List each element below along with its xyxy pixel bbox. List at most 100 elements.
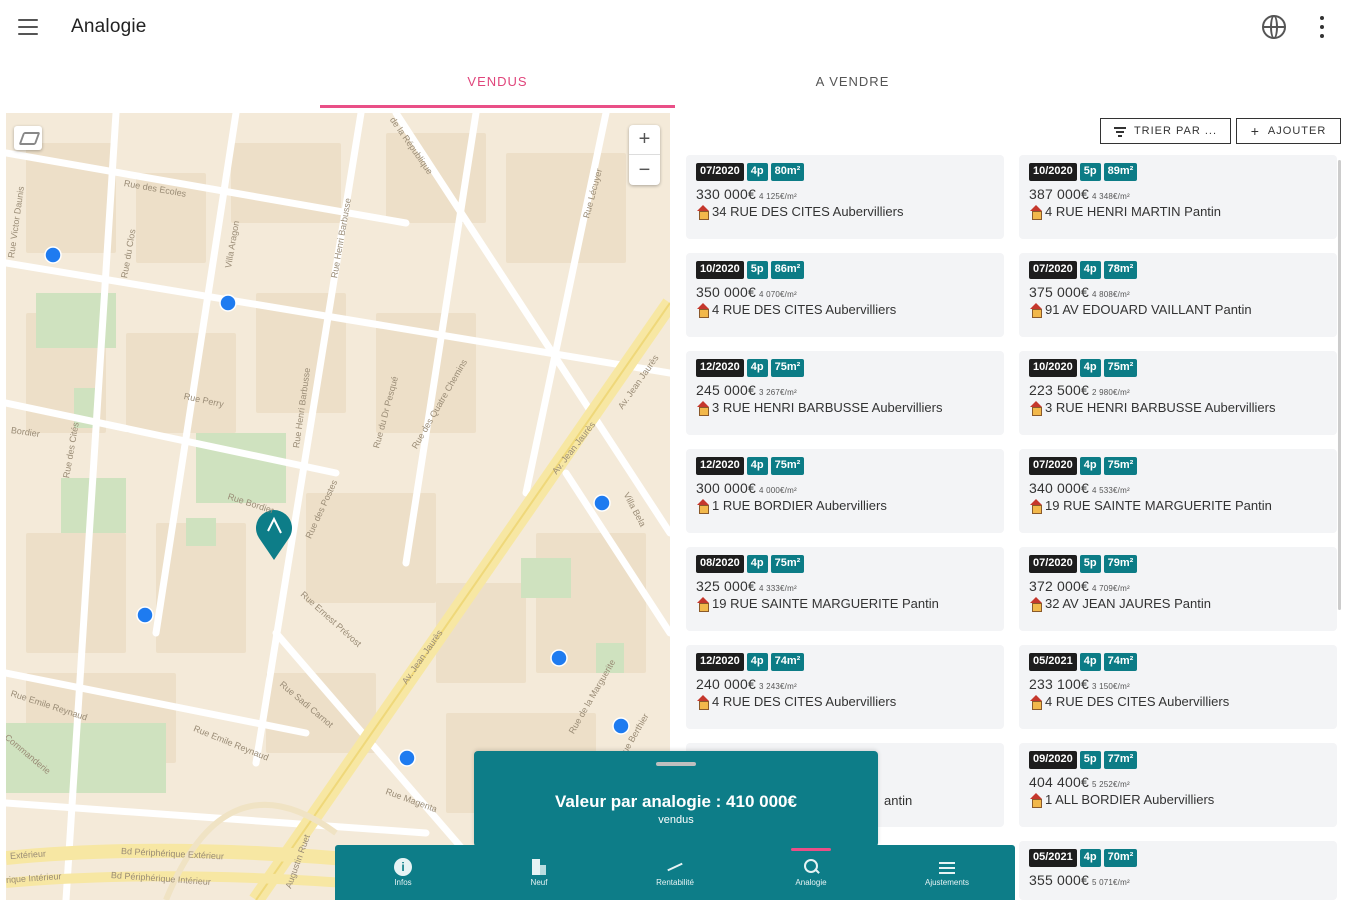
house-icon <box>1029 204 1043 220</box>
listing-card[interactable]: 10/2020 5p 89m² 387 000€ 4 348€/m² 4 RUE HE… <box>1019 155 1337 239</box>
house-icon <box>696 400 710 416</box>
price: 233 100€ <box>1029 676 1089 692</box>
building-icon <box>530 858 548 876</box>
sale-marker[interactable] <box>136 606 154 624</box>
listing-card[interactable]: 07/2020 4p 80m² 330 000€ 4 125€/m² 34 RUE D… <box>686 155 1004 239</box>
area-badge: 79m² <box>1103 555 1138 573</box>
listing-card[interactable]: 10/2020 4p 75m² 223 500€ 2 980€/m² 3 RUE HE… <box>1019 351 1337 435</box>
house-icon <box>1029 596 1043 612</box>
date-badge: 07/2020 <box>1029 457 1077 475</box>
address: 32 AV JEAN JAURES Pantin <box>1045 596 1211 611</box>
price: 330 000€ <box>696 186 756 202</box>
listing-card[interactable]: 07/2020 5p 79m² 372 000€ 4 709€/m² 32 AV JE… <box>1019 547 1337 631</box>
drag-handle[interactable] <box>656 762 696 766</box>
map-layers-icon[interactable] <box>14 126 42 150</box>
tab-a-vendre[interactable]: A VENDRE <box>675 60 1030 108</box>
area-badge: 70m² <box>1103 849 1138 867</box>
rooms-badge: 5p <box>1079 751 1101 769</box>
address: 3 RUE HENRI BARBUSSE Aubervilliers <box>712 400 943 415</box>
rooms-badge: 4p <box>1079 359 1101 377</box>
price-per-m2: 4 348€/m² <box>1092 192 1130 201</box>
price-per-m2: 4 333€/m² <box>759 584 797 593</box>
sort-button[interactable]: TRIER PAR ... <box>1100 118 1231 144</box>
top-app-bar: Analogie <box>0 0 1347 56</box>
price: 223 500€ <box>1029 382 1089 398</box>
rooms-badge: 4p <box>1079 457 1101 475</box>
rooms-badge: 5p <box>1079 555 1101 573</box>
sale-marker[interactable] <box>612 717 630 735</box>
listing-card[interactable]: 05/2021 4p 70m² 355 000€ 5 071€/m² <box>1019 841 1337 900</box>
zoom-in-button[interactable]: + <box>629 125 660 155</box>
area-badge: 78m² <box>1103 261 1138 279</box>
area-badge: 75m² <box>770 359 805 377</box>
sort-button-label: TRIER PAR ... <box>1133 125 1218 137</box>
price: 300 000€ <box>696 480 756 496</box>
price-per-m2: 4 000€/m² <box>759 486 797 495</box>
rooms-badge: 4p <box>1079 261 1101 279</box>
house-icon <box>1029 792 1043 808</box>
listing-card[interactable]: 10/2020 5p 86m² 350 000€ 4 070€/m² 4 RUE DE… <box>686 253 1004 337</box>
nav-item-neuf[interactable]: Neuf <box>471 845 607 900</box>
area-badge: 75m² <box>770 457 805 475</box>
area-badge: 75m² <box>770 555 805 573</box>
menu-icon[interactable] <box>16 16 40 38</box>
listing-card[interactable]: 08/2020 4p 75m² 325 000€ 4 333€/m² 19 RUE S… <box>686 547 1004 631</box>
price-per-m2: 5 071€/m² <box>1092 878 1130 887</box>
plus-icon: + <box>1250 123 1260 139</box>
listing-card[interactable]: 12/2020 4p 75m² 300 000€ 4 000€/m² 1 RUE BO… <box>686 449 1004 533</box>
price-per-m2: 3 267€/m² <box>759 388 797 397</box>
area-badge: 74m² <box>770 653 805 671</box>
sale-marker[interactable] <box>593 494 611 512</box>
more-options-icon[interactable] <box>1316 14 1328 40</box>
nav-item-ajustements[interactable]: Ajustements <box>879 845 1015 900</box>
date-badge: 07/2020 <box>1029 555 1077 573</box>
date-badge: 05/2021 <box>1029 849 1077 867</box>
listing-card[interactable]: 09/2020 5p 77m² 404 400€ 5 252€/m² 1 ALL BO… <box>1019 743 1337 827</box>
area-badge: 75m² <box>1103 457 1138 475</box>
price-per-m2: 2 980€/m² <box>1092 388 1130 397</box>
price: 404 400€ <box>1029 774 1089 790</box>
listing-card[interactable]: 07/2020 4p 78m² 375 000€ 4 808€/m² 91 AV ED… <box>1019 253 1337 337</box>
date-badge: 05/2021 <box>1029 653 1077 671</box>
price-per-m2: 3 243€/m² <box>759 682 797 691</box>
add-button-label: AJOUTER <box>1267 125 1327 137</box>
sale-marker[interactable] <box>550 649 568 667</box>
listing-card[interactable]: 05/2021 4p 74m² 233 100€ 3 150€/m² 4 RUE DE… <box>1019 645 1337 729</box>
house-icon <box>1029 400 1043 416</box>
add-button[interactable]: + AJOUTER <box>1236 118 1341 144</box>
address: antin <box>884 793 913 808</box>
nav-item-rentabilite[interactable]: Rentabilité <box>607 845 743 900</box>
address: 4 RUE HENRI MARTIN Pantin <box>1045 204 1222 219</box>
sale-marker[interactable] <box>44 246 62 264</box>
nav-item-infos[interactable]: Infos <box>335 845 471 900</box>
price-per-m2: 4 533€/m² <box>1092 486 1130 495</box>
price-per-m2: 4 070€/m² <box>759 290 797 299</box>
nav-item-label: Infos <box>394 878 412 887</box>
area-badge: 74m² <box>1103 653 1138 671</box>
sale-marker[interactable] <box>398 749 416 767</box>
valuation-panel[interactable]: Valeur par analogie : 410 000€ vendus <box>474 751 878 847</box>
globe-icon[interactable] <box>1262 15 1286 39</box>
nav-item-label: Rentabilité <box>656 878 694 887</box>
zoom-out-button[interactable]: − <box>629 155 660 185</box>
listing-card[interactable]: 07/2020 4p 75m² 340 000€ 4 533€/m² 19 RUE S… <box>1019 449 1337 533</box>
date-badge: 10/2020 <box>1029 359 1077 377</box>
date-badge: 12/2020 <box>696 359 744 377</box>
date-badge: 10/2020 <box>696 261 744 279</box>
sale-marker[interactable] <box>219 294 237 312</box>
house-icon <box>696 498 710 514</box>
price: 245 000€ <box>696 382 756 398</box>
trending-up-icon <box>666 858 684 876</box>
address: 34 RUE DES CITES Aubervilliers <box>712 204 904 219</box>
price: 340 000€ <box>1029 480 1089 496</box>
price: 325 000€ <box>696 578 756 594</box>
listing-card[interactable]: 12/2020 4p 75m² 245 000€ 3 267€/m² 3 RUE HE… <box>686 351 1004 435</box>
address: 19 RUE SAINTE MARGUERITE Pantin <box>1045 498 1272 513</box>
tab-vendus[interactable]: VENDUS <box>320 60 675 108</box>
area-badge: 89m² <box>1103 163 1138 181</box>
house-icon <box>696 694 710 710</box>
nav-item-analogie[interactable]: Analogie <box>743 845 879 900</box>
scrollbar[interactable] <box>1338 160 1341 610</box>
listing-card[interactable]: 12/2020 4p 74m² 240 000€ 3 243€/m² 4 RUE DE… <box>686 645 1004 729</box>
date-badge: 12/2020 <box>696 457 744 475</box>
